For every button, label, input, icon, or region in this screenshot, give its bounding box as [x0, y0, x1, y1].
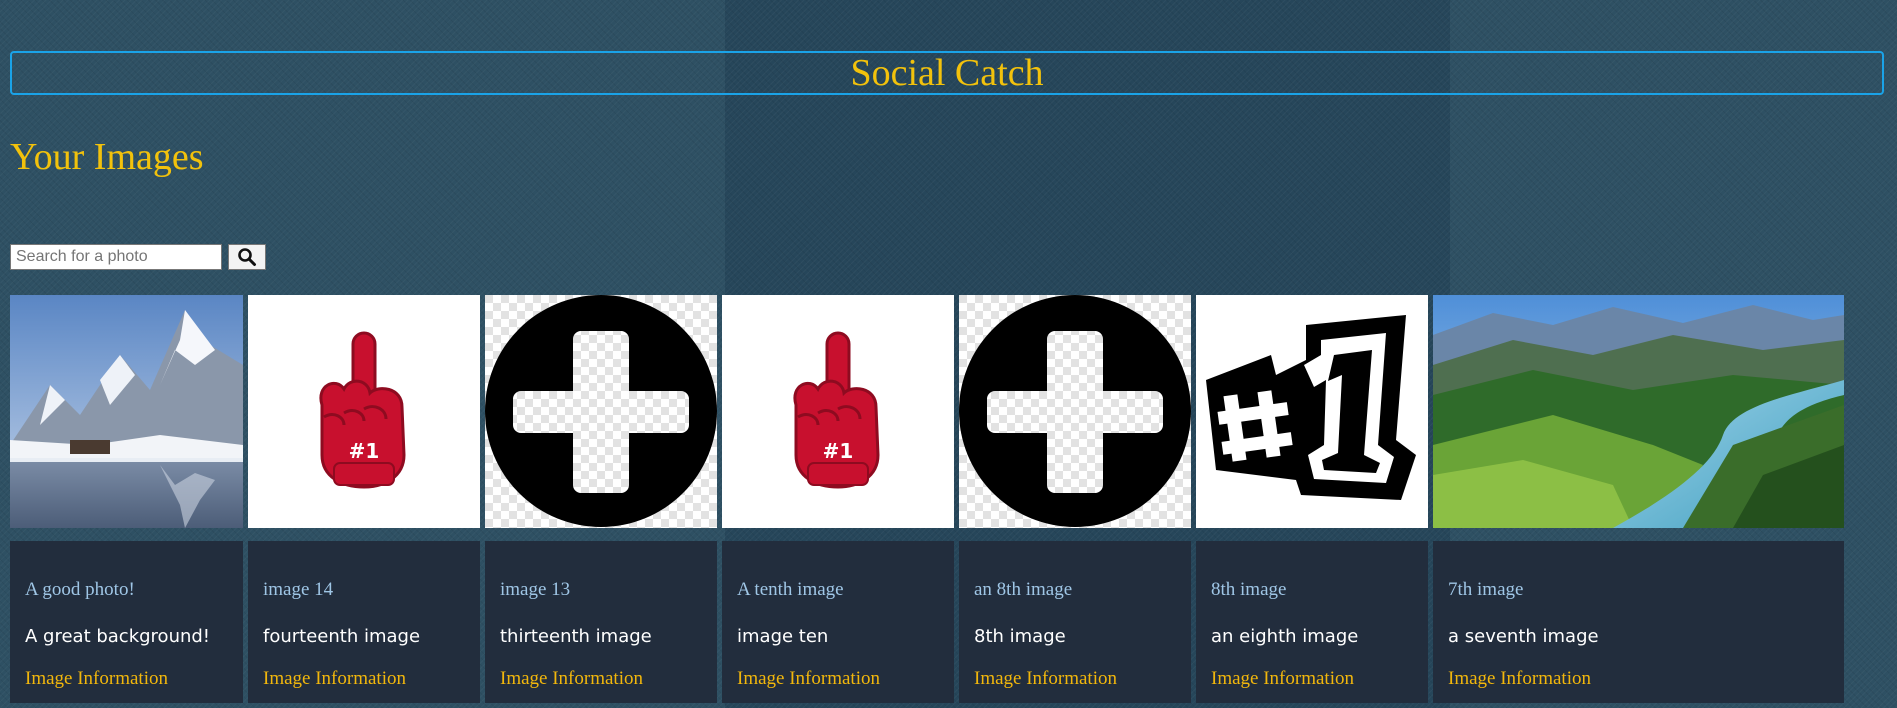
image-title: an 8th image	[974, 579, 1073, 600]
image-information-link[interactable]: Image Information	[1211, 668, 1354, 690]
plus-circle-icon	[959, 295, 1191, 528]
search-button[interactable]	[228, 244, 266, 270]
image-card-info: an 8th image 8th image Image Information	[959, 541, 1191, 703]
image-thumbnail-plus-circle[interactable]	[959, 295, 1191, 528]
image-information-link[interactable]: Image Information	[1448, 668, 1591, 690]
image-card-info: A good photo! A great background! Image …	[10, 541, 243, 703]
image-card-info: A tenth image image ten Image Informatio…	[722, 541, 954, 703]
search-icon	[238, 248, 256, 266]
image-description: image ten	[737, 626, 829, 647]
image-title: 7th image	[1448, 579, 1524, 600]
image-description: a seventh image	[1448, 626, 1599, 647]
search-input[interactable]	[10, 244, 222, 270]
image-title: image 13	[500, 579, 571, 600]
svg-text:#1: #1	[349, 439, 380, 463]
image-thumbnail-plus-circle[interactable]	[485, 295, 717, 528]
image-title: A good photo!	[25, 579, 135, 600]
page-title: Your Images	[10, 136, 204, 178]
image-title: 8th image	[1211, 579, 1287, 600]
image-description: an eighth image	[1211, 626, 1359, 647]
image-card-info: 8th image an eighth image Image Informat…	[1196, 541, 1428, 703]
image-information-link[interactable]: Image Information	[974, 668, 1117, 690]
image-information-link[interactable]: Image Information	[500, 668, 643, 690]
image-description: thirteenth image	[500, 626, 652, 647]
image-thumbnail-snowy-mountain-lake[interactable]	[10, 295, 243, 528]
image-information-link[interactable]: Image Information	[737, 668, 880, 690]
image-description: A great background!	[25, 626, 211, 647]
image-information-link[interactable]: Image Information	[25, 668, 168, 690]
image-description: fourteenth image	[263, 626, 421, 647]
image-thumbnail-foam-finger[interactable]: #1	[722, 295, 954, 528]
image-card-info: image 13 thirteenth image Image Informat…	[485, 541, 717, 703]
image-description: 8th image	[974, 626, 1066, 647]
number-one-badge-icon	[1206, 315, 1416, 500]
image-thumbnail-river-valley-landscape[interactable]	[1433, 295, 1844, 528]
image-thumbnail-foam-finger[interactable]: #1	[248, 295, 480, 528]
svg-text:#1: #1	[823, 439, 854, 463]
app-header: Social Catch	[10, 51, 1884, 95]
plus-circle-icon	[485, 295, 717, 528]
app-title: Social Catch	[850, 52, 1044, 94]
image-title: A tenth image	[737, 579, 844, 600]
image-card-info: 7th image a seventh image Image Informat…	[1433, 541, 1844, 703]
foam-finger-icon: #1	[319, 331, 406, 489]
image-title: image 14	[263, 579, 334, 600]
image-thumbnail-number-one-badge[interactable]	[1196, 295, 1428, 528]
image-information-link[interactable]: Image Information	[263, 668, 406, 690]
foam-finger-icon: #1	[793, 331, 880, 489]
search-bar	[10, 244, 266, 270]
image-card-info: image 14 fourteenth image Image Informat…	[248, 541, 480, 703]
